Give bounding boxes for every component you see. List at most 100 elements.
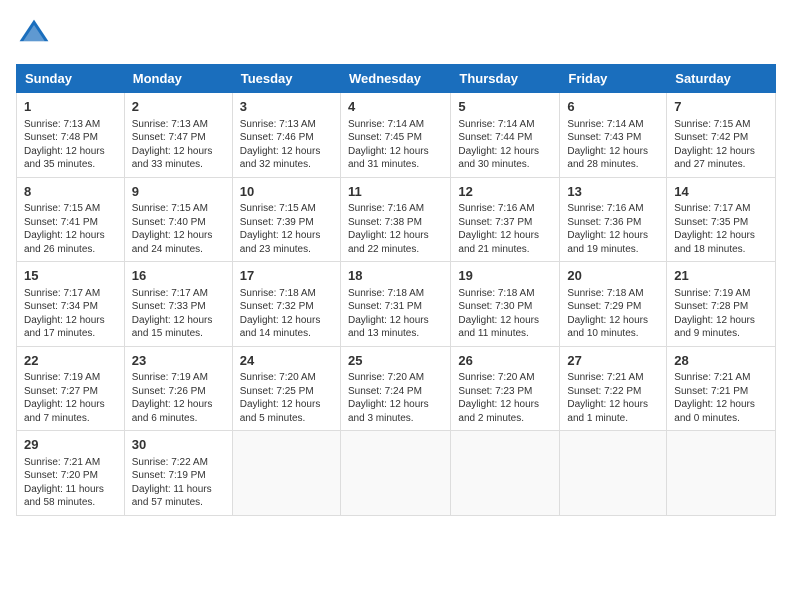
day-info: Sunrise: 7:19 AMSunset: 7:26 PMDaylight:…	[132, 371, 225, 425]
day-info: Sunrise: 7:18 AMSunset: 7:29 PMDaylight:…	[567, 287, 659, 341]
calendar-cell	[667, 431, 776, 516]
day-number: 14	[674, 183, 768, 201]
calendar-week-row: 8Sunrise: 7:15 AMSunset: 7:41 PMDaylight…	[17, 177, 776, 262]
calendar-cell: 20 Sunrise: 7:18 AMSunset: 7:29 PMDayligh…	[560, 262, 667, 347]
day-info: Sunrise: 7:14 AMSunset: 7:43 PMDaylight:…	[567, 118, 659, 172]
day-number: 1	[24, 98, 117, 116]
day-number: 5	[458, 98, 552, 116]
day-number: 11	[348, 183, 443, 201]
day-info: Sunrise: 7:17 AMSunset: 7:35 PMDaylight:…	[674, 202, 768, 256]
calendar-week-row: 15 Sunrise: 7:17 AMSunset: 7:34 PMDayligh…	[17, 262, 776, 347]
day-info: Sunrise: 7:15 AMSunset: 7:41 PMDaylight:…	[24, 202, 117, 256]
day-number: 16	[132, 267, 225, 285]
calendar-cell: 14Sunrise: 7:17 AMSunset: 7:35 PMDayligh…	[667, 177, 776, 262]
day-info: Sunrise: 7:13 AMSunset: 7:47 PMDaylight:…	[132, 118, 225, 172]
calendar-cell	[451, 431, 560, 516]
day-number: 21	[674, 267, 768, 285]
calendar-cell: 24Sunrise: 7:20 AMSunset: 7:25 PMDayligh…	[232, 346, 340, 431]
day-number: 20	[567, 267, 659, 285]
calendar-cell: 8Sunrise: 7:15 AMSunset: 7:41 PMDaylight…	[17, 177, 125, 262]
calendar-cell: 9Sunrise: 7:15 AMSunset: 7:40 PMDaylight…	[124, 177, 232, 262]
weekday-header-wednesday: Wednesday	[340, 65, 450, 93]
day-info: Sunrise: 7:16 AMSunset: 7:36 PMDaylight:…	[567, 202, 659, 256]
calendar-cell: 7Sunrise: 7:15 AMSunset: 7:42 PMDaylight…	[667, 93, 776, 178]
day-info: Sunrise: 7:13 AMSunset: 7:48 PMDaylight:…	[24, 118, 117, 172]
calendar-week-row: 1 Sunrise: 7:13 AMSunset: 7:48 PMDaylight…	[17, 93, 776, 178]
day-number: 30	[132, 436, 225, 454]
calendar-week-row: 22Sunrise: 7:19 AMSunset: 7:27 PMDayligh…	[17, 346, 776, 431]
day-info: Sunrise: 7:15 AMSunset: 7:40 PMDaylight:…	[132, 202, 225, 256]
calendar-cell: 21 Sunrise: 7:19 AMSunset: 7:28 PMDayligh…	[667, 262, 776, 347]
calendar-cell: 12Sunrise: 7:16 AMSunset: 7:37 PMDayligh…	[451, 177, 560, 262]
day-number: 18	[348, 267, 443, 285]
day-info: Sunrise: 7:15 AMSunset: 7:39 PMDaylight:…	[240, 202, 333, 256]
page-header	[16, 16, 776, 52]
calendar-week-row: 29 Sunrise: 7:21 AMSunset: 7:20 PMDayligh…	[17, 431, 776, 516]
weekday-header-friday: Friday	[560, 65, 667, 93]
calendar-cell: 11Sunrise: 7:16 AMSunset: 7:38 PMDayligh…	[340, 177, 450, 262]
calendar-cell: 16 Sunrise: 7:17 AMSunset: 7:33 PMDayligh…	[124, 262, 232, 347]
calendar-cell: 6 Sunrise: 7:14 AMSunset: 7:43 PMDaylight…	[560, 93, 667, 178]
day-number: 17	[240, 267, 333, 285]
day-info: Sunrise: 7:18 AMSunset: 7:30 PMDaylight:…	[458, 287, 552, 341]
calendar-cell: 29 Sunrise: 7:21 AMSunset: 7:20 PMDayligh…	[17, 431, 125, 516]
weekday-header-thursday: Thursday	[451, 65, 560, 93]
calendar-cell	[340, 431, 450, 516]
day-info: Sunrise: 7:20 AMSunset: 7:25 PMDaylight:…	[240, 371, 333, 425]
calendar-cell: 28Sunrise: 7:21 AMSunset: 7:21 PMDayligh…	[667, 346, 776, 431]
day-info: Sunrise: 7:13 AMSunset: 7:46 PMDaylight:…	[240, 118, 333, 172]
logo	[16, 16, 56, 52]
day-info: Sunrise: 7:17 AMSunset: 7:33 PMDaylight:…	[132, 287, 225, 341]
day-number: 2	[132, 98, 225, 116]
weekday-header-saturday: Saturday	[667, 65, 776, 93]
day-number: 13	[567, 183, 659, 201]
weekday-header-monday: Monday	[124, 65, 232, 93]
day-info: Sunrise: 7:18 AMSunset: 7:32 PMDaylight:…	[240, 287, 333, 341]
day-number: 3	[240, 98, 333, 116]
day-info: Sunrise: 7:22 AMSunset: 7:19 PMDaylight:…	[132, 456, 225, 510]
calendar-cell	[560, 431, 667, 516]
weekday-header-sunday: Sunday	[17, 65, 125, 93]
day-info: Sunrise: 7:20 AMSunset: 7:24 PMDaylight:…	[348, 371, 443, 425]
day-info: Sunrise: 7:14 AMSunset: 7:45 PMDaylight:…	[348, 118, 443, 172]
day-number: 8	[24, 183, 117, 201]
calendar-cell: 23Sunrise: 7:19 AMSunset: 7:26 PMDayligh…	[124, 346, 232, 431]
day-info: Sunrise: 7:21 AMSunset: 7:20 PMDaylight:…	[24, 456, 117, 510]
day-number: 22	[24, 352, 117, 370]
calendar-cell: 10Sunrise: 7:15 AMSunset: 7:39 PMDayligh…	[232, 177, 340, 262]
day-number: 27	[567, 352, 659, 370]
day-info: Sunrise: 7:18 AMSunset: 7:31 PMDaylight:…	[348, 287, 443, 341]
day-number: 15	[24, 267, 117, 285]
calendar-cell: 17 Sunrise: 7:18 AMSunset: 7:32 PMDayligh…	[232, 262, 340, 347]
day-info: Sunrise: 7:21 AMSunset: 7:22 PMDaylight:…	[567, 371, 659, 425]
day-number: 26	[458, 352, 552, 370]
day-number: 9	[132, 183, 225, 201]
day-number: 23	[132, 352, 225, 370]
calendar-cell: 30 Sunrise: 7:22 AMSunset: 7:19 PMDayligh…	[124, 431, 232, 516]
calendar-cell: 5Sunrise: 7:14 AMSunset: 7:44 PMDaylight…	[451, 93, 560, 178]
calendar-cell: 22Sunrise: 7:19 AMSunset: 7:27 PMDayligh…	[17, 346, 125, 431]
calendar-cell: 2 Sunrise: 7:13 AMSunset: 7:47 PMDaylight…	[124, 93, 232, 178]
day-number: 25	[348, 352, 443, 370]
day-number: 24	[240, 352, 333, 370]
day-info: Sunrise: 7:16 AMSunset: 7:37 PMDaylight:…	[458, 202, 552, 256]
day-info: Sunrise: 7:19 AMSunset: 7:28 PMDaylight:…	[674, 287, 768, 341]
day-number: 19	[458, 267, 552, 285]
day-number: 29	[24, 436, 117, 454]
calendar-cell: 25Sunrise: 7:20 AMSunset: 7:24 PMDayligh…	[340, 346, 450, 431]
calendar-cell: 27Sunrise: 7:21 AMSunset: 7:22 PMDayligh…	[560, 346, 667, 431]
calendar-cell: 15 Sunrise: 7:17 AMSunset: 7:34 PMDayligh…	[17, 262, 125, 347]
calendar-cell: 19 Sunrise: 7:18 AMSunset: 7:30 PMDayligh…	[451, 262, 560, 347]
day-info: Sunrise: 7:17 AMSunset: 7:34 PMDaylight:…	[24, 287, 117, 341]
day-number: 10	[240, 183, 333, 201]
day-info: Sunrise: 7:19 AMSunset: 7:27 PMDaylight:…	[24, 371, 117, 425]
logo-icon	[16, 16, 52, 52]
day-number: 28	[674, 352, 768, 370]
weekday-header-tuesday: Tuesday	[232, 65, 340, 93]
calendar-cell: 26Sunrise: 7:20 AMSunset: 7:23 PMDayligh…	[451, 346, 560, 431]
day-info: Sunrise: 7:20 AMSunset: 7:23 PMDaylight:…	[458, 371, 552, 425]
calendar-cell: 13Sunrise: 7:16 AMSunset: 7:36 PMDayligh…	[560, 177, 667, 262]
calendar-table: SundayMondayTuesdayWednesdayThursdayFrid…	[16, 64, 776, 516]
calendar-cell: 1 Sunrise: 7:13 AMSunset: 7:48 PMDaylight…	[17, 93, 125, 178]
day-number: 6	[567, 98, 659, 116]
